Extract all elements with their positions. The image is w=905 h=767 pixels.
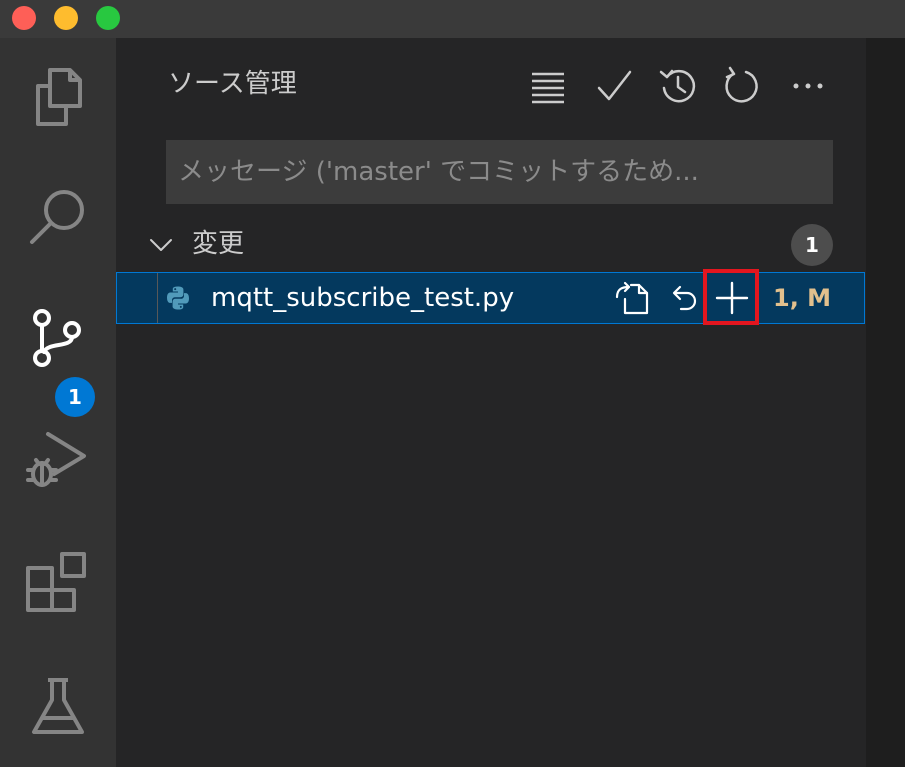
source-control-icon [18,296,98,376]
open-file-icon [613,279,651,317]
explorer-button[interactable] [18,56,98,136]
discard-changes-icon [665,279,703,317]
source-control-view: ソース管理 メッセージ ('master' でコミットするため... 変更 1 … [116,38,866,767]
window-titlebar [0,0,905,38]
python-icon [165,285,191,311]
extensions-button[interactable] [18,544,98,624]
changes-group-label: 変更 [192,229,245,259]
history-icon [658,66,698,106]
commit-message-input[interactable] [166,140,833,204]
discard-changes-button[interactable] [665,279,703,317]
editor-area-edge [866,38,905,767]
search-button[interactable] [18,174,98,254]
view-as-list-button[interactable] [528,66,568,106]
more-icon [788,66,828,106]
tree-indent-guide [157,273,158,323]
open-file-button[interactable] [613,279,651,317]
window-minimize-button[interactable] [54,6,78,30]
changes-group-header[interactable]: 変更 1 [144,224,844,266]
search-icon [18,174,98,254]
view-title: ソース管理 [168,69,297,99]
testing-button[interactable] [18,666,98,746]
source-control-button[interactable] [18,296,98,376]
debug-icon [18,418,98,498]
check-icon [594,66,634,106]
activity-bar: 1 [0,38,116,767]
history-button[interactable] [658,66,698,106]
stage-button-highlight [703,269,759,325]
more-actions-button[interactable] [788,66,828,106]
files-icon [18,56,98,136]
beaker-icon [18,666,98,746]
refresh-button[interactable] [722,66,762,106]
run-debug-button[interactable] [18,418,98,498]
changes-count-badge: 1 [791,224,833,266]
window-close-button[interactable] [12,6,36,30]
file-status-label: 1, M [773,284,832,312]
window-zoom-button[interactable] [96,6,120,30]
changed-file-row[interactable]: mqtt_subscribe_test.py 1, M [116,269,865,325]
source-control-badge: 1 [55,377,95,417]
refresh-icon [722,66,762,106]
chevron-down-icon [148,232,174,258]
changed-file-name: mqtt_subscribe_test.py [211,283,515,313]
extensions-icon [18,544,98,624]
list-view-icon [528,66,568,106]
commit-button[interactable] [594,66,634,106]
